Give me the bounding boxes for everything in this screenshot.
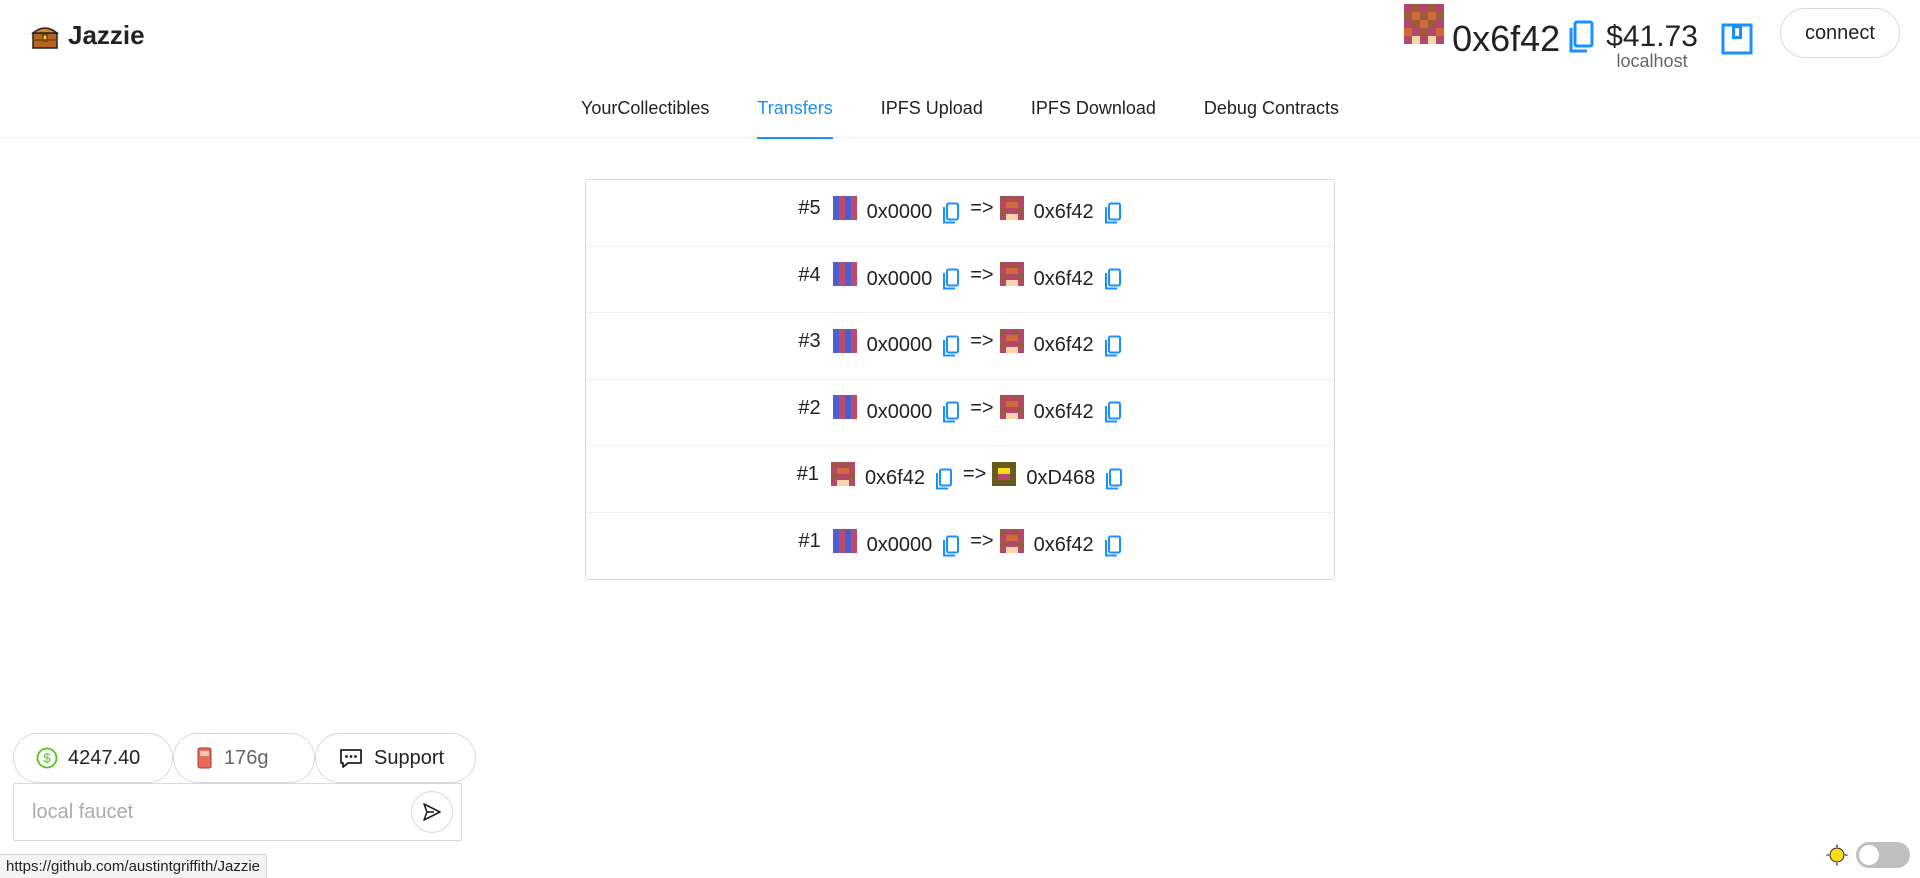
gas-button[interactable]: 176g	[173, 733, 315, 783]
copy-icon[interactable]	[942, 268, 960, 290]
copy-icon[interactable]	[1105, 468, 1123, 490]
copy-icon[interactable]	[1104, 202, 1122, 224]
price-value: 4247.40	[68, 746, 141, 769]
token-id: #1	[796, 463, 819, 486]
gas-pump-icon	[197, 747, 212, 769]
sun-icon	[1826, 844, 1848, 866]
token-id: #2	[798, 396, 821, 419]
copy-icon[interactable]	[942, 401, 960, 423]
to-address[interactable]: 0xD468	[1026, 467, 1095, 490]
transfer-arrow: =>	[970, 197, 994, 220]
faucet-send-button[interactable]	[411, 791, 453, 833]
brand[interactable]: Jazzie	[30, 20, 145, 51]
connect-button[interactable]: connect	[1779, 8, 1900, 58]
copy-icon[interactable]	[942, 535, 960, 557]
status-bar-url: https://github.com/austintgriffith/Jazzi…	[0, 854, 268, 878]
from-avatar	[832, 262, 857, 287]
faucet-box	[13, 783, 462, 841]
to-avatar	[999, 528, 1024, 553]
account-avatar	[1404, 4, 1445, 44]
chat-bubble-icon	[340, 749, 362, 768]
copy-icon[interactable]	[1104, 268, 1122, 290]
network-label: localhost	[1616, 51, 1688, 71]
transfer-row: #3 0x0000 => 0x6f42	[586, 313, 1334, 380]
account-area: 0x6f42 $41.73 localhost connect	[1404, 4, 1900, 72]
copy-icon[interactable]	[935, 468, 953, 490]
copy-icon[interactable]	[942, 335, 960, 357]
from-address[interactable]: 0x0000	[867, 334, 933, 357]
balance-block: $41.73 localhost	[1606, 4, 1698, 72]
support-label: Support	[374, 746, 445, 769]
tab-ipfs-upload[interactable]: IPFS Upload	[857, 82, 1007, 138]
account-address[interactable]: 0x6f42	[1452, 18, 1560, 60]
transfer-arrow: =>	[970, 263, 994, 286]
from-avatar	[832, 528, 857, 553]
transfer-arrow: =>	[970, 330, 994, 353]
from-address[interactable]: 0x6f42	[865, 467, 925, 490]
to-address[interactable]: 0x6f42	[1034, 268, 1094, 291]
faucet-input[interactable]	[32, 800, 411, 824]
dollar-circle-icon: $	[36, 747, 58, 769]
copy-icon[interactable]	[1104, 335, 1122, 357]
svg-text:$: $	[43, 751, 51, 766]
transfer-arrow: =>	[970, 530, 994, 553]
token-id: #4	[798, 263, 821, 286]
transfer-row: #1 0x6f42 => 0xD468	[586, 446, 1334, 513]
tab-transfers[interactable]: Transfers	[733, 82, 856, 139]
to-avatar	[999, 262, 1024, 287]
theme-toggle[interactable]	[1856, 842, 1910, 868]
from-avatar	[832, 395, 857, 420]
tab-debug-contracts[interactable]: Debug Contracts	[1180, 82, 1363, 138]
price-button[interactable]: $ 4247.40	[13, 733, 173, 783]
to-address[interactable]: 0x6f42	[1034, 334, 1094, 357]
from-address[interactable]: 0x0000	[867, 268, 933, 291]
to-address[interactable]: 0x6f42	[1034, 534, 1094, 557]
from-avatar	[832, 195, 857, 220]
support-button[interactable]: Support	[315, 733, 476, 783]
copy-icon[interactable]	[1104, 401, 1122, 423]
account-balance[interactable]: $41.73	[1606, 22, 1698, 52]
from-address[interactable]: 0x0000	[867, 534, 933, 557]
to-address[interactable]: 0x6f42	[1034, 401, 1094, 424]
transfer-row: #5 0x0000 => 0x6f42	[586, 180, 1334, 247]
copy-icon[interactable]	[1104, 535, 1122, 557]
main-nav: YourCollectibles Transfers IPFS Upload I…	[0, 82, 1920, 139]
from-avatar	[830, 461, 855, 486]
from-avatar	[832, 328, 857, 353]
transfers-list: #5 0x0000 => 0x6f42 #4 0x0000 => 0x6f42 #3 0x0000…	[585, 179, 1335, 580]
tab-yourcollectibles[interactable]: YourCollectibles	[557, 82, 733, 138]
app-title: Jazzie	[68, 20, 145, 50]
from-address[interactable]: 0x0000	[867, 201, 933, 224]
transfer-row: #1 0x0000 => 0x6f42	[586, 513, 1334, 580]
treasure-chest-icon	[30, 26, 60, 49]
send-icon	[423, 803, 441, 821]
token-id: #3	[798, 330, 821, 353]
to-avatar	[992, 461, 1017, 486]
token-id: #1	[798, 530, 821, 553]
to-avatar	[999, 195, 1024, 220]
transfer-row: #2 0x0000 => 0x6f42	[586, 380, 1334, 446]
transfer-arrow: =>	[970, 396, 994, 419]
from-address[interactable]: 0x0000	[867, 401, 933, 424]
gas-value: 176g	[224, 746, 269, 769]
wallet-icon[interactable]	[1720, 22, 1754, 56]
theme-switcher	[1826, 842, 1910, 868]
to-avatar	[999, 395, 1024, 420]
token-id: #5	[798, 197, 821, 220]
to-address[interactable]: 0x6f42	[1034, 201, 1094, 224]
theme-toggle-knob	[1859, 845, 1879, 865]
copy-icon[interactable]	[942, 202, 960, 224]
transfer-row: #4 0x0000 => 0x6f42	[586, 247, 1334, 313]
tab-ipfs-download[interactable]: IPFS Download	[1007, 82, 1180, 138]
to-avatar	[999, 328, 1024, 353]
transfer-arrow: =>	[963, 463, 987, 486]
copy-icon[interactable]	[1568, 20, 1594, 54]
